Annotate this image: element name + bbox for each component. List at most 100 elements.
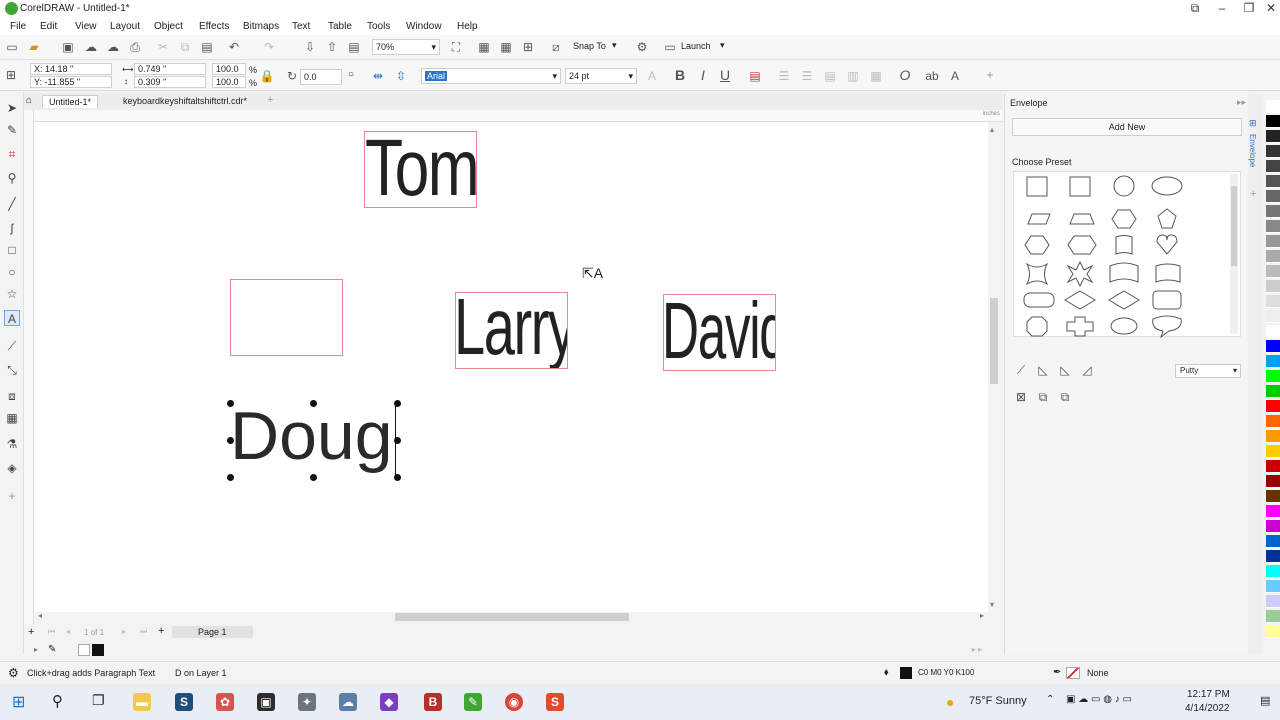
- bullet-list-icon[interactable]: ☰: [776, 68, 792, 84]
- search-icon[interactable]: ⚲: [52, 692, 63, 710]
- open-folder-icon[interactable]: ▰: [26, 39, 42, 55]
- width-field[interactable]: 0.749 ": [134, 63, 206, 75]
- menu-window[interactable]: Window: [406, 21, 442, 32]
- menu-tools[interactable]: Tools: [367, 21, 390, 32]
- font-size-increase-icon[interactable]: A: [644, 68, 660, 84]
- palette-scroll-icon[interactable]: ▸ ▸: [972, 645, 982, 654]
- app-s-icon[interactable]: S: [175, 693, 193, 711]
- scroll-thumb[interactable]: [990, 298, 998, 384]
- mapping-mode-select[interactable]: Putty ▾: [1175, 364, 1241, 378]
- interactive-fill-icon[interactable]: ⧈: [4, 388, 20, 404]
- connector-tool-icon[interactable]: ⤡: [4, 362, 20, 378]
- palette-swatch[interactable]: [1266, 130, 1280, 143]
- outline-swatch[interactable]: [1066, 667, 1080, 679]
- font-size-select[interactable]: 24 pt ▾: [565, 68, 637, 84]
- text-object-tom[interactable]: Tom: [364, 131, 477, 208]
- export-icon[interactable]: ⇧: [324, 39, 340, 55]
- windows-start-icon[interactable]: ⊞: [12, 692, 25, 712]
- palette-swatch[interactable]: [1266, 385, 1280, 398]
- double-arc-mode-icon[interactable]: ◺: [1057, 362, 1073, 378]
- add-docker-icon[interactable]: +: [1250, 188, 1256, 200]
- settings-gear-icon[interactable]: ⚙: [8, 666, 19, 680]
- collapse-docker-icon[interactable]: ▸▸: [1237, 97, 1246, 108]
- text-object-david[interactable]: David: [663, 294, 776, 371]
- page-1-tab[interactable]: Page 1: [172, 626, 253, 638]
- scroll-down-icon[interactable]: ▾: [990, 600, 994, 609]
- pick-tool-icon[interactable]: ➤: [4, 100, 20, 116]
- fill-swatch[interactable]: [900, 667, 912, 679]
- file-explorer-icon[interactable]: ▬: [133, 693, 151, 711]
- palette-swatch[interactable]: [1266, 250, 1280, 263]
- maximize-button[interactable]: ❐: [1237, 1, 1261, 15]
- polygon-tool-icon[interactable]: ☆: [4, 286, 20, 302]
- vertical-scrollbar[interactable]: ▴ ▾: [988, 122, 1000, 612]
- menu-edit[interactable]: Edit: [40, 21, 57, 32]
- settings-gear-icon[interactable]: ⚙: [634, 39, 650, 55]
- menu-object[interactable]: Object: [154, 21, 183, 32]
- palette-swatch[interactable]: [1266, 295, 1280, 308]
- add-page-icon[interactable]: +: [28, 626, 34, 638]
- tab-untitled[interactable]: Untitled-1*: [42, 95, 99, 108]
- drop-cap-icon[interactable]: ▤: [822, 68, 838, 84]
- bold-icon[interactable]: B: [672, 67, 688, 83]
- x-position-field[interactable]: X: 14.18 ": [30, 63, 112, 75]
- numbered-list-icon[interactable]: ☰: [799, 68, 815, 84]
- publish-pdf-icon[interactable]: ▤: [346, 39, 362, 55]
- menu-view[interactable]: View: [75, 21, 97, 32]
- scale-height-field[interactable]: 100.0: [212, 76, 246, 88]
- menu-layout[interactable]: Layout: [110, 21, 140, 32]
- palette-swatch[interactable]: [1266, 160, 1280, 173]
- home-icon[interactable]: ⌂: [26, 95, 32, 106]
- tab-keyboard-file[interactable]: keyboardkeyshiftaltshiftctrl.cdr*: [117, 95, 253, 107]
- import-icon[interactable]: ⇩: [302, 39, 318, 55]
- parallel-dimension-icon[interactable]: ⟋: [4, 338, 20, 354]
- freehand-tool-icon[interactable]: ╱: [4, 196, 20, 212]
- object-origin-icon[interactable]: ⊞: [3, 67, 19, 83]
- empty-text-frame[interactable]: [230, 279, 343, 356]
- smart-fill-icon[interactable]: ◈: [4, 460, 20, 476]
- save-icon[interactable]: ▣: [60, 39, 76, 55]
- copy-icon[interactable]: ⧉: [177, 39, 193, 55]
- columns-icon[interactable]: ▥: [845, 68, 861, 84]
- preset-shapes[interactable]: [1020, 174, 1220, 338]
- palette-swatch[interactable]: [1266, 355, 1280, 368]
- close-button[interactable]: ✕: [1259, 1, 1280, 15]
- download-cloud-icon[interactable]: ☁: [105, 39, 121, 55]
- palette-swatch[interactable]: [1266, 145, 1280, 158]
- palette-swatch[interactable]: [1266, 175, 1280, 188]
- preset-scrollbar[interactable]: [1230, 174, 1238, 334]
- unconstrained-mode-icon[interactable]: ◿: [1079, 362, 1095, 378]
- palette-swatch[interactable]: [1266, 400, 1280, 413]
- mirror-horizontal-icon[interactable]: ⇹: [370, 68, 386, 84]
- add-preset-icon[interactable]: ⧉: [1035, 389, 1051, 405]
- rotation-icon[interactable]: ↻: [284, 68, 300, 84]
- selection-handle[interactable]: [227, 474, 234, 481]
- undo-icon[interactable]: ↶: [226, 39, 242, 55]
- chevron-down-icon[interactable]: ▾: [612, 40, 617, 51]
- palette-swatch[interactable]: [1266, 445, 1280, 458]
- selection-handle[interactable]: [310, 400, 317, 407]
- keep-lines-icon[interactable]: ⊠: [1013, 389, 1029, 405]
- coreldraw-taskbar-icon[interactable]: ✎: [464, 693, 482, 711]
- selection-handle[interactable]: [394, 400, 401, 407]
- palette-swatch[interactable]: [1266, 205, 1280, 218]
- task-view-icon[interactable]: ❐: [92, 692, 105, 709]
- palette-swatch[interactable]: [1266, 460, 1280, 473]
- menu-text[interactable]: Text: [292, 21, 310, 32]
- envelope-tab-icon[interactable]: ⊞: [1249, 118, 1257, 129]
- frame-icon[interactable]: ▦: [868, 68, 884, 84]
- selection-handle[interactable]: [394, 474, 401, 481]
- selection-handle[interactable]: [227, 400, 234, 407]
- selection-handle[interactable]: [394, 437, 401, 444]
- app-paint-icon[interactable]: ✿: [216, 693, 234, 711]
- copy-envelope-icon[interactable]: ⧉: [1057, 389, 1073, 405]
- palette-swatch[interactable]: [1266, 280, 1280, 293]
- height-field[interactable]: 0.309 ": [134, 76, 206, 88]
- full-screen-icon[interactable]: ⛶: [448, 39, 464, 55]
- palette-swatch[interactable]: [1266, 265, 1280, 278]
- palette-swatch[interactable]: [1266, 115, 1280, 128]
- palette-swatch[interactable]: [1266, 100, 1280, 113]
- add-page-after-icon[interactable]: +: [158, 625, 164, 637]
- tray-icons[interactable]: ▣ ☁ ▭ ◍ ♪ ▭: [1066, 694, 1132, 705]
- y-position-field[interactable]: Y: -11.855 ": [30, 76, 112, 88]
